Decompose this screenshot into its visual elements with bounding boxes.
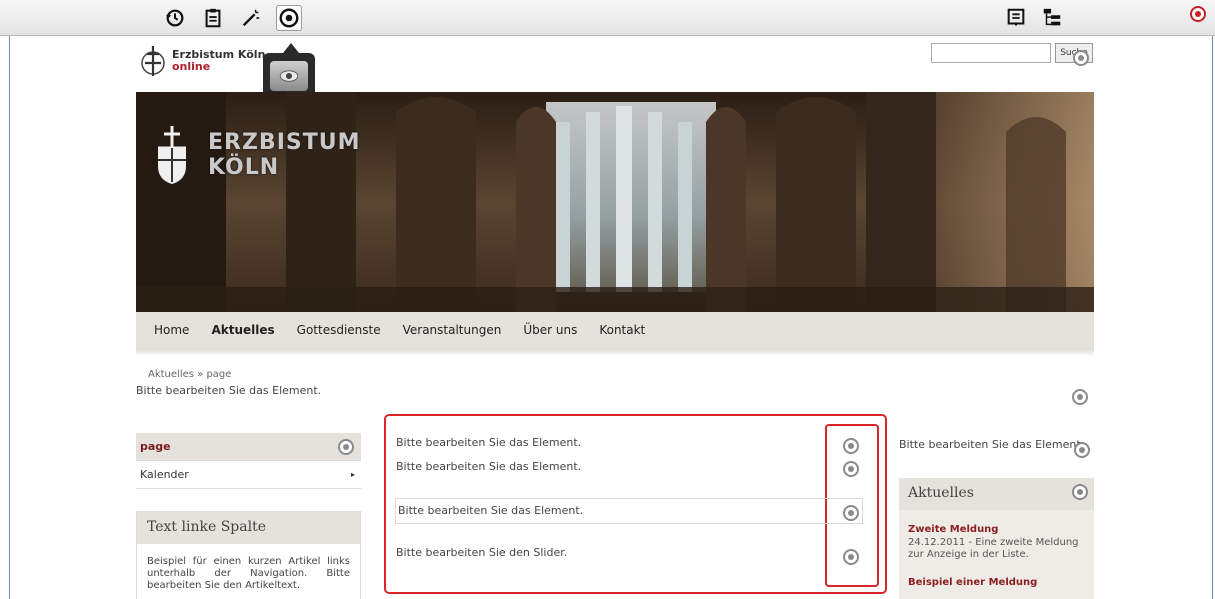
nav-item-aktuelles[interactable]: Aktuelles <box>211 323 274 337</box>
logo-subtitle: online <box>172 60 211 73</box>
news-box-title: Aktuelles <box>899 478 1094 510</box>
history-icon[interactable] <box>162 5 188 31</box>
left-text-box: Text linke Spalte Beispiel für einen kur… <box>136 511 361 599</box>
slider-element[interactable]: Bitte bearbeiten Sie den Slider. <box>396 546 567 559</box>
target-icon[interactable] <box>276 5 302 31</box>
news-link-2[interactable]: Beispiel einer Meldung <box>899 577 1094 588</box>
clipboard-icon[interactable] <box>200 5 226 31</box>
edit-target-icon[interactable] <box>1071 483 1089 501</box>
content-element-1[interactable]: Bitte bearbeiten Sie das Element. <box>396 436 581 449</box>
search-input[interactable] <box>931 43 1051 63</box>
nav-item-home[interactable]: Home <box>154 323 189 337</box>
sidebar-item-label: Kalender <box>140 468 189 481</box>
target-icon[interactable] <box>1189 5 1207 23</box>
cross-emblem-icon <box>158 126 186 184</box>
left-text-box-title: Text linke Spalte <box>137 512 360 544</box>
hero-title-line2: KÖLN <box>208 155 280 180</box>
cathedral-image <box>136 92 1094 312</box>
hero-title: ERZBISTUM KÖLN <box>208 130 360 180</box>
chevron-right-icon: ▸ <box>350 470 355 479</box>
eye-icon[interactable] <box>270 61 308 91</box>
nav-item-ueber-uns[interactable]: Über uns <box>523 323 577 337</box>
site-logo[interactable]: Erzbistum Köln online <box>140 44 265 78</box>
hero-banner: ERZBISTUM KÖLN <box>136 92 1094 312</box>
sidebar-item-page[interactable]: page <box>136 433 361 461</box>
nav-item-veranstaltungen[interactable]: Veranstaltungen <box>403 323 502 337</box>
news-box: Aktuelles Zweite Meldung 24.12.2011 - Ei… <box>899 478 1094 599</box>
edit-target-icon[interactable] <box>1071 388 1089 406</box>
edit-target-icon[interactable] <box>1072 49 1090 67</box>
edit-target-icon[interactable] <box>842 460 860 478</box>
tree-icon[interactable] <box>1039 5 1065 31</box>
edit-placeholder-top[interactable]: Bitte bearbeiten Sie das Element. <box>136 384 321 397</box>
breadcrumb[interactable]: Aktuelles » page <box>148 369 231 380</box>
main-nav: Home Aktuelles Gottesdienste Veranstaltu… <box>136 312 1094 348</box>
edit-target-icon[interactable] <box>842 548 860 566</box>
sidebar-item-kalender[interactable]: Kalender ▸ <box>136 461 361 489</box>
nav-item-kontakt[interactable]: Kontakt <box>599 323 645 337</box>
editor-toolbar <box>0 0 1215 36</box>
edit-target-icon[interactable] <box>842 437 860 455</box>
sidebar-item-label: page <box>140 440 171 453</box>
left-text-box-body[interactable]: Beispiel für einen kurzen Artikel links … <box>137 544 360 592</box>
edit-target-icon[interactable] <box>1073 441 1091 459</box>
news-text-1: 24.12.2011 - Eine zweite Meldung zur Anz… <box>908 537 1079 560</box>
news-link-1[interactable]: Zweite Meldung <box>899 524 1094 535</box>
cross-icon <box>141 46 165 76</box>
nav-item-gottesdienste[interactable]: Gottesdienste <box>297 323 381 337</box>
nav-shadow <box>136 348 1094 356</box>
list-icon[interactable] <box>1003 5 1029 31</box>
edit-target-icon[interactable] <box>842 504 860 522</box>
sidebar-menu: page Kalender ▸ <box>136 433 361 489</box>
content-element-2[interactable]: Bitte bearbeiten Sie das Element. <box>396 460 581 473</box>
content-element-3[interactable]: Bitte bearbeiten Sie das Element. <box>398 504 583 517</box>
edit-target-icon[interactable] <box>337 438 355 456</box>
magic-wand-icon[interactable] <box>238 5 264 31</box>
hero-title-line1: ERZBISTUM <box>208 130 361 155</box>
right-edit-element[interactable]: Bitte bearbeiten Sie das Element. <box>899 438 1084 451</box>
